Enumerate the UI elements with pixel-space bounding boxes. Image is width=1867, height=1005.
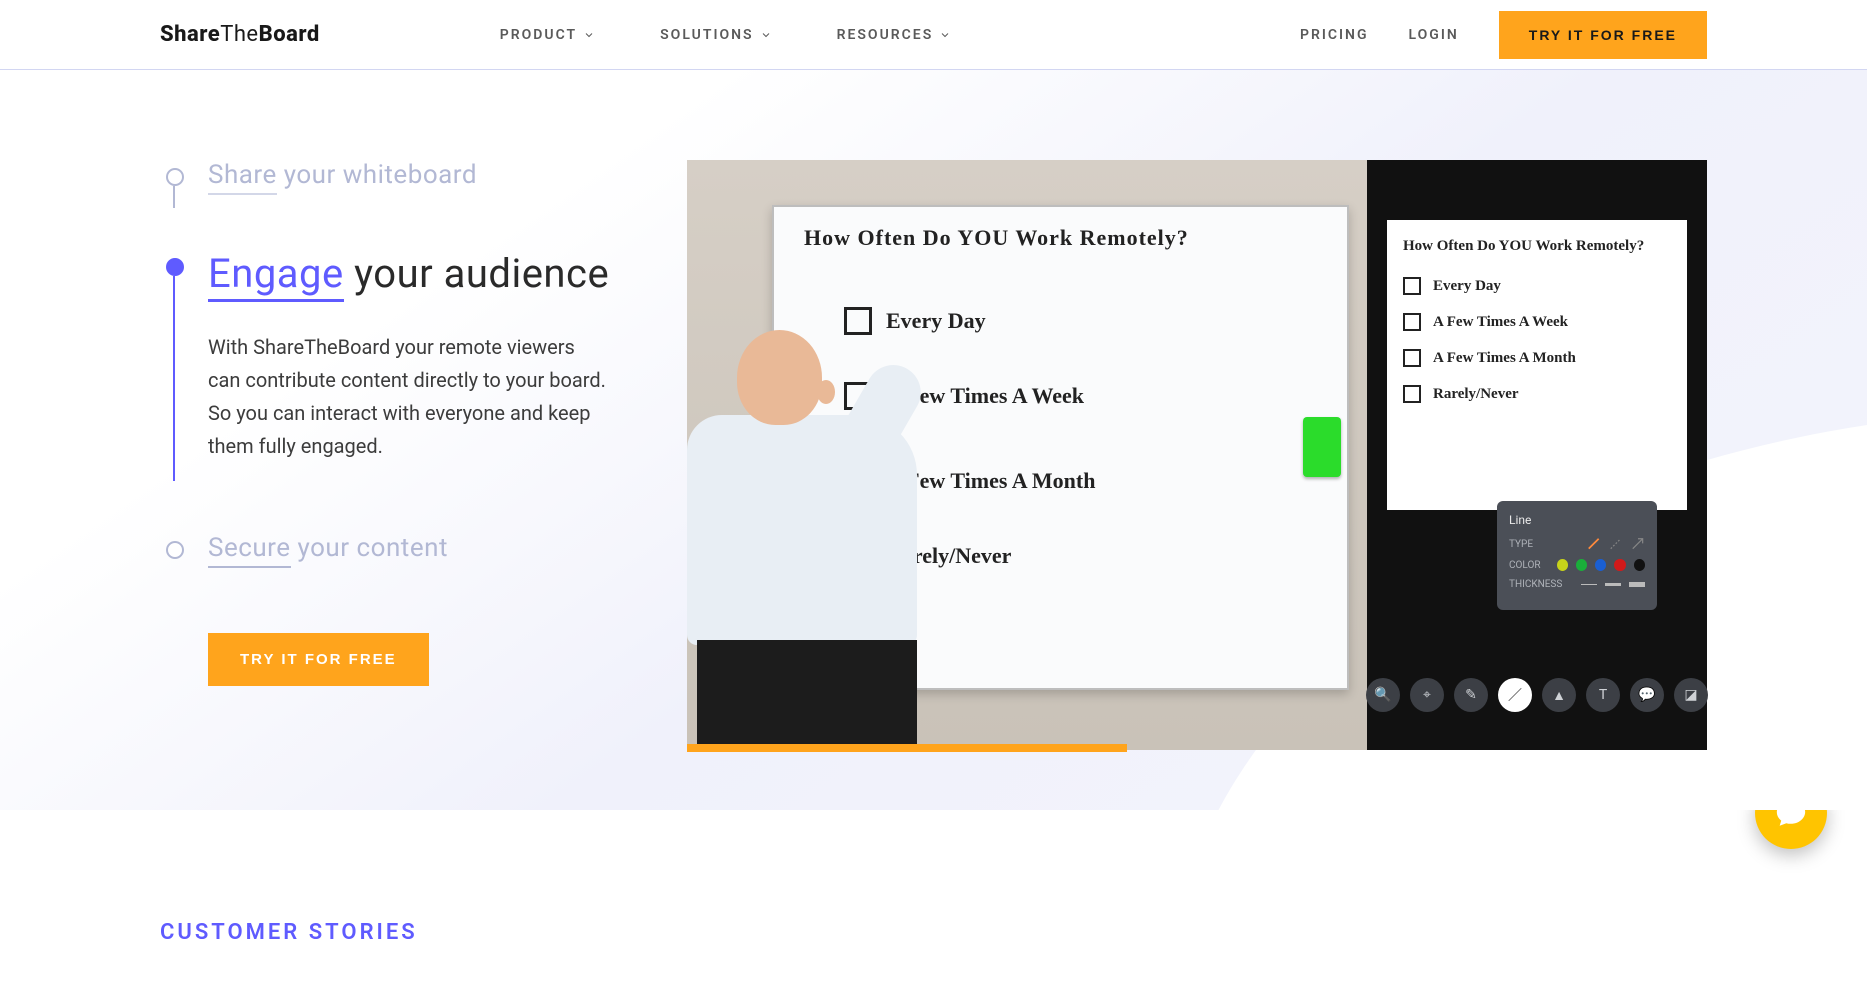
- nav-right: PRICING LOGIN TRY IT FOR FREE: [1300, 11, 1707, 59]
- presenter-figure: [687, 320, 967, 750]
- nav-resources[interactable]: RESOURCES: [837, 27, 952, 43]
- timeline-engage-body: With ShareTheBoard your remote viewers c…: [208, 331, 608, 463]
- thickness-med-icon[interactable]: [1605, 583, 1621, 586]
- timeline-share-rest: your whiteboard: [277, 160, 477, 190]
- logo-part3: Board: [259, 22, 320, 47]
- popover-color-row: COLOR: [1509, 559, 1645, 571]
- line-tool-icon[interactable]: ／: [1498, 678, 1532, 712]
- checkbox-icon: [1403, 313, 1421, 331]
- timeline-secure[interactable]: Secure your content: [160, 533, 617, 563]
- checkbox-icon: [1403, 385, 1421, 403]
- chat-launcher[interactable]: [1755, 777, 1827, 849]
- color-swatch[interactable]: [1634, 559, 1645, 571]
- timeline-engage-accent: Engage: [208, 250, 344, 302]
- logo-part2: The: [220, 22, 258, 47]
- color-swatch[interactable]: [1576, 559, 1587, 571]
- eraser-icon: [1303, 417, 1341, 477]
- timeline-connector: [173, 186, 175, 208]
- nav-cta-button[interactable]: TRY IT FOR FREE: [1499, 11, 1707, 59]
- timeline-secure-title: Secure your content: [208, 533, 617, 563]
- digital-option-3: A Few Times A Month: [1403, 349, 1671, 367]
- chevron-down-icon: [583, 29, 595, 41]
- feature-timeline: Share your whiteboard Engage your audien…: [160, 160, 617, 750]
- nav-login[interactable]: LOGIN: [1409, 27, 1459, 43]
- nav-pricing[interactable]: PRICING: [1300, 27, 1369, 43]
- chat-bubble-icon: [1774, 796, 1808, 830]
- timeline-share-title: Share your whiteboard: [208, 160, 617, 190]
- hero-media: How Often Do YOU Work Remotely? Every Da…: [687, 160, 1707, 750]
- timeline-engage-rest: your audience: [344, 250, 609, 297]
- accent-bar: [687, 744, 1127, 752]
- logo-part1: Share: [160, 22, 220, 47]
- chevron-down-icon: [939, 29, 951, 41]
- hero-cta-button[interactable]: TRY IT FOR FREE: [208, 633, 429, 686]
- toolbar: 🔍 ⌖ ✎ ／ ▲ T 💬 ◪: [1366, 678, 1708, 712]
- chevron-down-icon: [760, 29, 772, 41]
- checkbox-icon: [1403, 349, 1421, 367]
- color-swatch[interactable]: [1595, 559, 1606, 571]
- nav-product[interactable]: PRODUCT: [500, 27, 595, 43]
- digital-option-1: Every Day: [1403, 277, 1671, 295]
- hero-photo: How Often Do YOU Work Remotely? Every Da…: [687, 160, 1367, 750]
- timeline-connector: [173, 276, 175, 481]
- line-tool-popover: Line TYPE COLOR: [1497, 501, 1657, 610]
- hero-section: Share your whiteboard Engage your audien…: [0, 70, 1867, 810]
- popover-type-row: TYPE: [1509, 537, 1645, 551]
- digital-option-2: A Few Times A Week: [1403, 313, 1671, 331]
- timeline-share[interactable]: Share your whiteboard: [160, 160, 617, 190]
- line-solid-icon[interactable]: [1587, 537, 1601, 551]
- thickness-thick-icon[interactable]: [1629, 582, 1645, 587]
- color-swatch[interactable]: [1557, 559, 1568, 571]
- customer-stories-title: CUSTOMER STORIES: [160, 920, 1707, 945]
- whiteboard-question: How Often Do YOU Work Remotely?: [804, 225, 1189, 251]
- digital-question: How Often Do YOU Work Remotely?: [1403, 238, 1671, 255]
- logo[interactable]: ShareTheBoard: [160, 22, 320, 47]
- thickness-thin-icon[interactable]: [1581, 584, 1597, 585]
- color-swatch[interactable]: [1614, 559, 1625, 571]
- digital-whiteboard: How Often Do YOU Work Remotely? Every Da…: [1387, 220, 1687, 510]
- nav-solutions-label: SOLUTIONS: [660, 27, 753, 43]
- top-nav: ShareTheBoard PRODUCT SOLUTIONS RESOURCE…: [0, 0, 1867, 70]
- app-preview: How Often Do YOU Work Remotely? Every Da…: [1367, 160, 1707, 750]
- comment-icon[interactable]: 💬: [1630, 678, 1664, 712]
- timeline-engage[interactable]: Engage your audience With ShareTheBoard …: [160, 250, 617, 463]
- shapes-icon[interactable]: ▲: [1542, 678, 1576, 712]
- text-tool-icon[interactable]: T: [1586, 678, 1620, 712]
- customer-stories-section: CUSTOMER STORIES: [0, 810, 1867, 1005]
- line-arrow-icon[interactable]: [1631, 537, 1645, 551]
- timeline-engage-title: Engage your audience: [208, 250, 617, 297]
- timeline-secure-accent: Secure: [208, 533, 291, 568]
- popover-title: Line: [1509, 513, 1645, 527]
- timeline-secure-rest: your content: [291, 533, 448, 563]
- checkbox-icon: [1403, 277, 1421, 295]
- nav-resources-label: RESOURCES: [837, 27, 934, 43]
- nav-primary: PRODUCT SOLUTIONS RESOURCES: [500, 27, 952, 43]
- digital-option-4: Rarely/Never: [1403, 385, 1671, 403]
- pen-icon[interactable]: ✎: [1454, 678, 1488, 712]
- target-icon[interactable]: ⌖: [1410, 678, 1444, 712]
- line-dash-icon[interactable]: [1609, 537, 1623, 551]
- popover-thickness-row: THICKNESS: [1509, 579, 1645, 590]
- nav-solutions[interactable]: SOLUTIONS: [660, 27, 771, 43]
- nav-product-label: PRODUCT: [500, 27, 577, 43]
- timeline-share-accent: Share: [208, 160, 277, 195]
- zoom-icon[interactable]: 🔍: [1366, 678, 1400, 712]
- eraser-tool-icon[interactable]: ◪: [1674, 678, 1708, 712]
